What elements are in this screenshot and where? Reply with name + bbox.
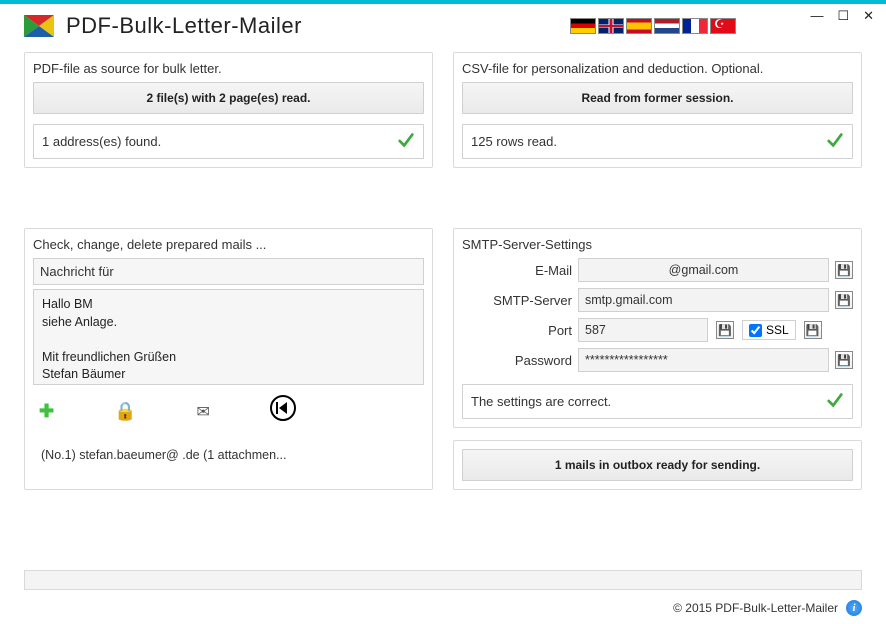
mail-subject-input[interactable]	[33, 258, 424, 285]
check-icon	[397, 131, 415, 152]
flag-nl-icon[interactable]	[654, 18, 680, 34]
app-title: PDF-Bulk-Letter-Mailer	[66, 13, 302, 39]
pdf-source-panel: PDF-file as source for bulk letter. 2 fi…	[24, 52, 433, 168]
csv-panel-label: CSV-file for personalization and deducti…	[462, 61, 853, 76]
copyright-text: © 2015 PDF-Bulk-Letter-Mailer	[673, 601, 838, 615]
flag-uk-icon[interactable]	[598, 18, 624, 34]
csv-status-text: 125 rows read.	[471, 134, 557, 149]
smtp-password-input[interactable]	[578, 348, 829, 372]
smtp-server-input[interactable]	[578, 288, 829, 312]
smtp-settings-panel: SMTP-Server-Settings E-Mail 💾 SMTP-Serve…	[453, 228, 862, 428]
ssl-label: SSL	[766, 323, 789, 337]
pdf-status-row: 1 address(es) found.	[33, 124, 424, 159]
flag-es-icon[interactable]	[626, 18, 652, 34]
send-panel: 1 mails in outbox ready for sending.	[453, 440, 862, 490]
pdf-status-text: 1 address(es) found.	[42, 134, 161, 149]
smtp-port-label: Port	[462, 323, 572, 338]
pdf-panel-label: PDF-file as source for bulk letter.	[33, 61, 424, 76]
add-icon[interactable]: ✚	[39, 401, 54, 422]
pdf-read-button[interactable]: 2 file(s) with 2 page(es) read.	[33, 82, 424, 114]
flag-de-icon[interactable]	[570, 18, 596, 34]
save-icon[interactable]: 💾	[835, 261, 853, 279]
save-icon[interactable]: 💾	[835, 291, 853, 309]
smtp-password-label: Password	[462, 353, 572, 368]
mail-body-textarea[interactable]: Hallo BM siehe Anlage. Mit freundlichen …	[33, 289, 424, 385]
flag-fr-icon[interactable]	[682, 18, 708, 34]
rewind-icon[interactable]	[270, 395, 296, 428]
ssl-checkbox-input[interactable]	[749, 324, 762, 337]
csv-read-button[interactable]: Read from former session.	[462, 82, 853, 114]
maximize-button[interactable]: ☐	[837, 8, 849, 24]
app-logo-icon	[24, 15, 54, 37]
save-icon[interactable]: 💾	[716, 321, 734, 339]
send-button[interactable]: 1 mails in outbox ready for sending.	[462, 449, 853, 481]
csv-status-row: 125 rows read.	[462, 124, 853, 159]
csv-source-panel: CSV-file for personalization and deducti…	[453, 52, 862, 168]
flag-tr-icon[interactable]	[710, 18, 736, 34]
check-icon	[826, 131, 844, 152]
smtp-server-label: SMTP-Server	[462, 293, 572, 308]
smtp-status-row: The settings are correct.	[462, 384, 853, 419]
mail-actions: ✚ 🔒 ✉	[33, 385, 424, 432]
check-icon	[826, 391, 844, 412]
smtp-email-input[interactable]	[578, 258, 829, 282]
save-icon[interactable]: 💾	[804, 321, 822, 339]
language-flags	[570, 18, 736, 34]
smtp-port-input[interactable]	[578, 318, 708, 342]
close-button[interactable]: ✕	[863, 8, 874, 24]
info-icon[interactable]: i	[846, 600, 862, 616]
status-bar	[24, 570, 862, 590]
footer: © 2015 PDF-Bulk-Letter-Mailer i	[673, 600, 862, 616]
save-icon[interactable]: 💾	[835, 351, 853, 369]
header: PDF-Bulk-Letter-Mailer	[0, 4, 886, 48]
ssl-checkbox[interactable]: SSL	[742, 320, 796, 340]
lock-icon[interactable]: 🔒	[114, 401, 136, 422]
minimize-button[interactable]: —	[810, 8, 823, 24]
smtp-status-text: The settings are correct.	[471, 394, 611, 409]
envelope-icon[interactable]: ✉	[197, 402, 210, 422]
window-controls: — ☐ ✕	[810, 8, 874, 24]
mails-panel-label: Check, change, delete prepared mails ...	[33, 237, 424, 252]
smtp-title: SMTP-Server-Settings	[462, 237, 853, 252]
mails-panel: Check, change, delete prepared mails ...…	[24, 228, 433, 490]
smtp-email-label: E-Mail	[462, 263, 572, 278]
outbox-current-line: (No.1) stefan.baeumer@ .de (1 attachmen.…	[33, 432, 424, 466]
